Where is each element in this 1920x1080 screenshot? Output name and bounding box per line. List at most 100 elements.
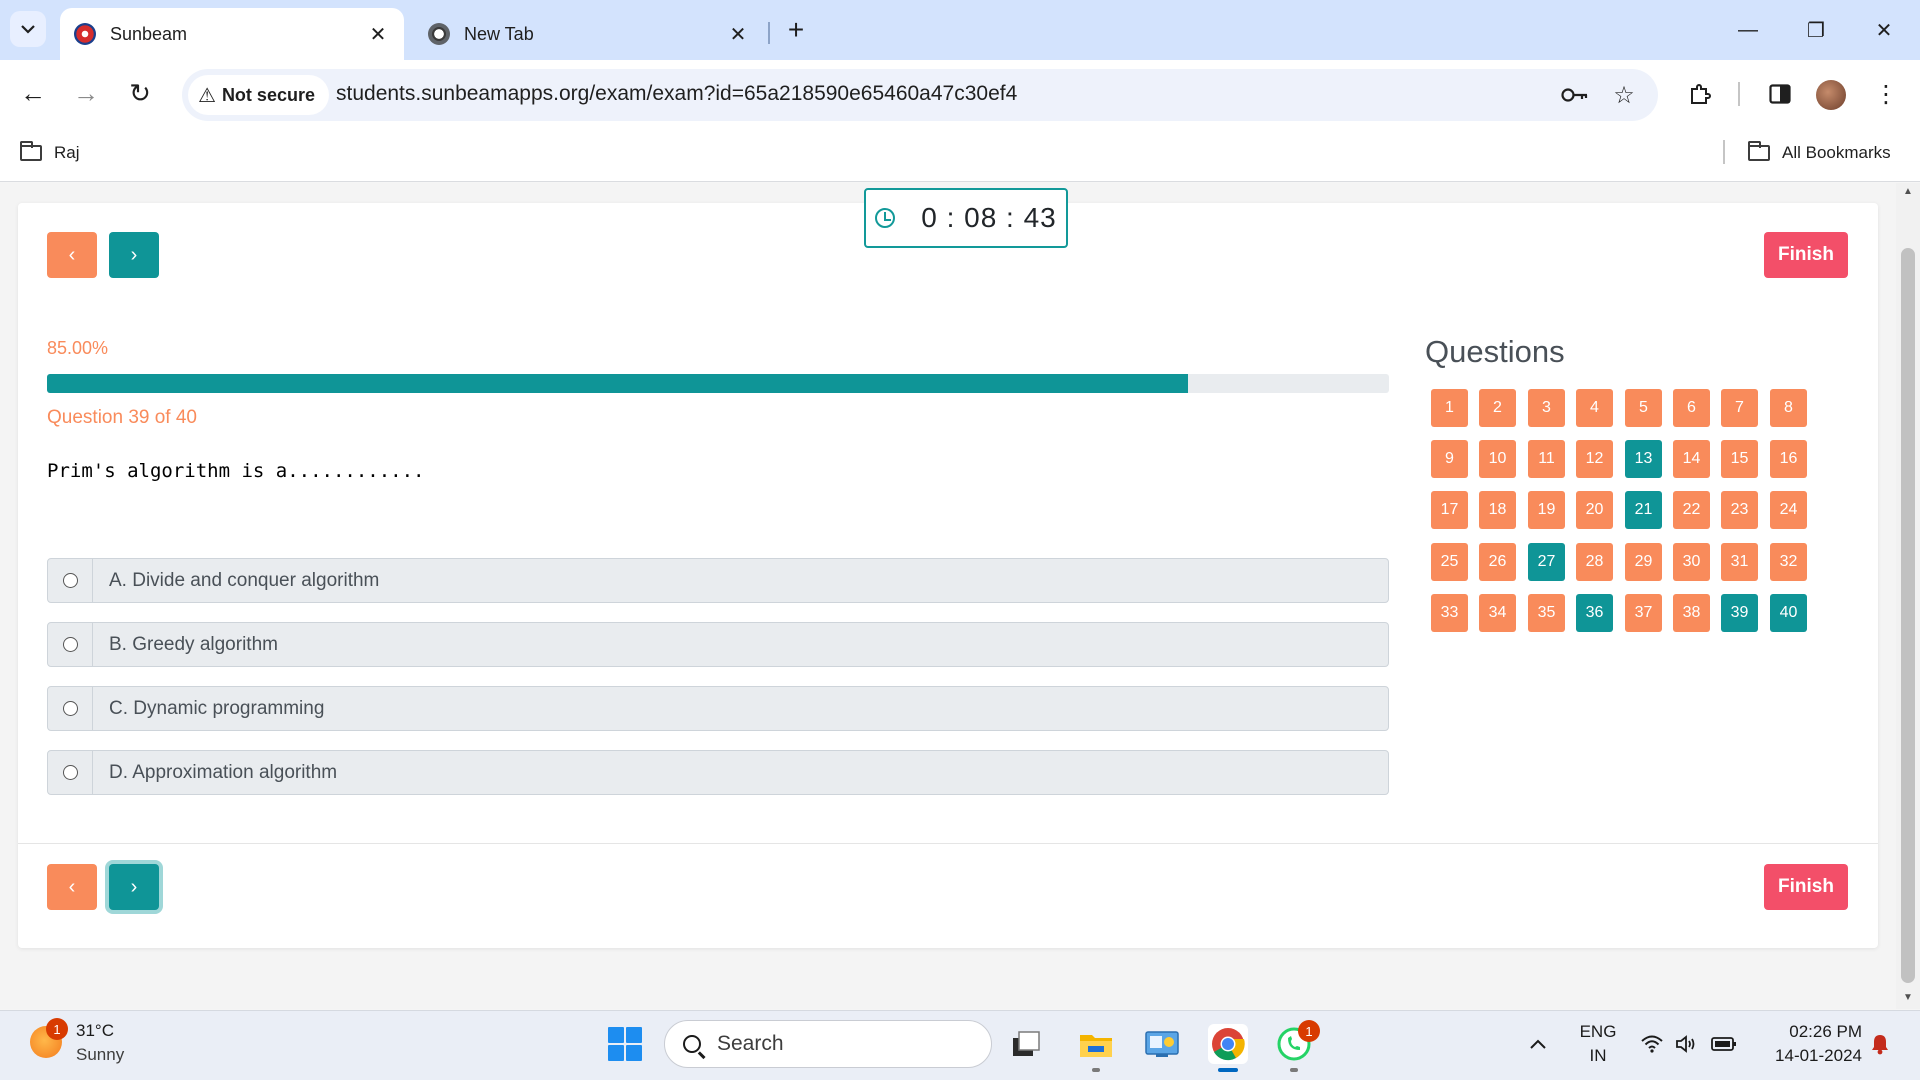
question-nav-19[interactable]: 19 <box>1528 491 1565 529</box>
radio-button[interactable] <box>62 701 78 716</box>
question-nav-33[interactable]: 33 <box>1431 594 1468 632</box>
reload-icon[interactable]: ↻ <box>122 75 158 111</box>
wifi-icon[interactable] <box>1638 1032 1666 1056</box>
question-nav-9[interactable]: 9 <box>1431 440 1468 478</box>
question-nav-10[interactable]: 10 <box>1479 440 1516 478</box>
question-nav-11[interactable]: 11 <box>1528 440 1565 478</box>
profile-avatar[interactable] <box>1816 80 1846 110</box>
tab-sunbeam[interactable]: Sunbeam ✕ <box>60 8 404 60</box>
option-d[interactable]: D. Approximation algorithm <box>47 750 1389 795</box>
battery-icon[interactable] <box>1710 1032 1738 1056</box>
question-nav-32[interactable]: 32 <box>1770 543 1807 581</box>
kebab-menu-icon[interactable]: ⋮ <box>1868 76 1904 112</box>
question-nav-34[interactable]: 34 <box>1479 594 1516 632</box>
question-nav-25[interactable]: 25 <box>1431 543 1468 581</box>
question-nav-7[interactable]: 7 <box>1721 389 1758 427</box>
question-nav-30[interactable]: 30 <box>1673 543 1710 581</box>
option-c[interactable]: C. Dynamic programming <box>47 686 1389 731</box>
option-label[interactable]: B. Greedy algorithm <box>93 623 278 666</box>
question-nav-12[interactable]: 12 <box>1576 440 1613 478</box>
volume-icon[interactable] <box>1672 1032 1700 1056</box>
close-tab-icon[interactable]: ✕ <box>726 22 750 47</box>
bookmark-folder-raj[interactable]: Raj <box>20 138 80 168</box>
question-nav-17[interactable]: 17 <box>1431 491 1468 529</box>
side-panel-icon[interactable] <box>1762 76 1798 112</box>
weather-desc[interactable]: Sunny <box>76 1045 124 1065</box>
page-scrollbar[interactable]: ▲ ▼ <box>1896 183 1920 1009</box>
question-nav-18[interactable]: 18 <box>1479 491 1516 529</box>
control-panel-icon[interactable] <box>1142 1024 1182 1064</box>
windows-start-icon[interactable] <box>608 1027 642 1061</box>
language-line2[interactable]: IN <box>1572 1046 1624 1066</box>
question-nav-15[interactable]: 15 <box>1721 440 1758 478</box>
question-nav-29[interactable]: 29 <box>1625 543 1662 581</box>
question-nav-1[interactable]: 1 <box>1431 389 1468 427</box>
taskbar-search[interactable]: Search <box>664 1020 992 1068</box>
question-nav-40[interactable]: 40 <box>1770 594 1807 632</box>
option-label[interactable]: D. Approximation algorithm <box>93 751 337 794</box>
forward-arrow-icon[interactable]: → <box>68 75 104 111</box>
finish-button-bottom[interactable]: Finish <box>1764 864 1848 910</box>
question-nav-26[interactable]: 26 <box>1479 543 1516 581</box>
question-nav-6[interactable]: 6 <box>1673 389 1710 427</box>
tab-new-tab[interactable]: New Tab ✕ <box>414 8 764 60</box>
question-nav-37[interactable]: 37 <box>1625 594 1662 632</box>
window-close-icon[interactable]: ✕ <box>1864 14 1904 46</box>
question-nav-5[interactable]: 5 <box>1625 389 1662 427</box>
scroll-down-arrow-icon[interactable]: ▼ <box>1896 989 1920 1007</box>
question-nav-31[interactable]: 31 <box>1721 543 1758 581</box>
option-a[interactable]: A. Divide and conquer algorithm <box>47 558 1389 603</box>
file-explorer-icon[interactable] <box>1076 1024 1116 1064</box>
question-nav-4[interactable]: 4 <box>1576 389 1613 427</box>
question-nav-21[interactable]: 21 <box>1625 491 1662 529</box>
minimize-icon[interactable]: — <box>1728 14 1768 46</box>
close-tab-icon[interactable]: ✕ <box>366 22 390 47</box>
option-label[interactable]: C. Dynamic programming <box>93 687 324 730</box>
star-icon[interactable]: ☆ <box>1607 78 1641 112</box>
language-line1[interactable]: ENG <box>1572 1022 1624 1042</box>
question-nav-24[interactable]: 24 <box>1770 491 1807 529</box>
prev-question-button[interactable]: ‹ <box>47 232 97 278</box>
question-nav-39[interactable]: 39 <box>1721 594 1758 632</box>
question-nav-8[interactable]: 8 <box>1770 389 1807 427</box>
scroll-up-arrow-icon[interactable]: ▲ <box>1896 183 1920 201</box>
next-question-button-bottom[interactable]: › <box>109 864 159 910</box>
question-nav-23[interactable]: 23 <box>1721 491 1758 529</box>
back-arrow-icon[interactable]: ← <box>15 75 51 111</box>
clock-time[interactable]: 02:26 PM <box>1752 1022 1862 1042</box>
question-nav-16[interactable]: 16 <box>1770 440 1807 478</box>
question-nav-22[interactable]: 22 <box>1673 491 1710 529</box>
new-tab-button[interactable]: + <box>780 14 812 46</box>
key-icon[interactable] <box>1558 78 1592 112</box>
question-nav-2[interactable]: 2 <box>1479 389 1516 427</box>
question-nav-13[interactable]: 13 <box>1625 440 1662 478</box>
question-nav-27[interactable]: 27 <box>1528 543 1565 581</box>
next-question-button[interactable]: › <box>109 232 159 278</box>
chrome-taskbar-icon[interactable] <box>1208 1024 1248 1064</box>
clock-date[interactable]: 14-01-2024 <box>1752 1046 1862 1066</box>
chevron-up-icon[interactable] <box>1524 1032 1552 1056</box>
question-nav-36[interactable]: 36 <box>1576 594 1613 632</box>
question-nav-28[interactable]: 28 <box>1576 543 1613 581</box>
question-nav-14[interactable]: 14 <box>1673 440 1710 478</box>
question-nav-35[interactable]: 35 <box>1528 594 1565 632</box>
question-nav-20[interactable]: 20 <box>1576 491 1613 529</box>
option-label[interactable]: A. Divide and conquer algorithm <box>93 559 379 602</box>
url-text[interactable]: students.sunbeamapps.org/exam/exam?id=65… <box>336 82 1017 106</box>
tab-search-button[interactable] <box>10 11 46 47</box>
question-nav-38[interactable]: 38 <box>1673 594 1710 632</box>
restore-icon[interactable]: ❐ <box>1796 14 1836 46</box>
question-nav-3[interactable]: 3 <box>1528 389 1565 427</box>
notification-bell-icon[interactable] <box>1866 1032 1894 1056</box>
radio-button[interactable] <box>62 765 78 780</box>
security-chip[interactable]: ⚠ Not secure <box>188 75 329 115</box>
extensions-icon[interactable] <box>1682 76 1718 112</box>
weather-temp[interactable]: 31°C <box>76 1021 114 1041</box>
all-bookmarks-button[interactable]: All Bookmarks <box>1748 138 1891 168</box>
option-b[interactable]: B. Greedy algorithm <box>47 622 1389 667</box>
radio-button[interactable] <box>62 637 78 652</box>
radio-button[interactable] <box>62 573 78 588</box>
finish-button[interactable]: Finish <box>1764 232 1848 278</box>
task-view-icon[interactable] <box>1006 1024 1046 1064</box>
prev-question-button-bottom[interactable]: ‹ <box>47 864 97 910</box>
